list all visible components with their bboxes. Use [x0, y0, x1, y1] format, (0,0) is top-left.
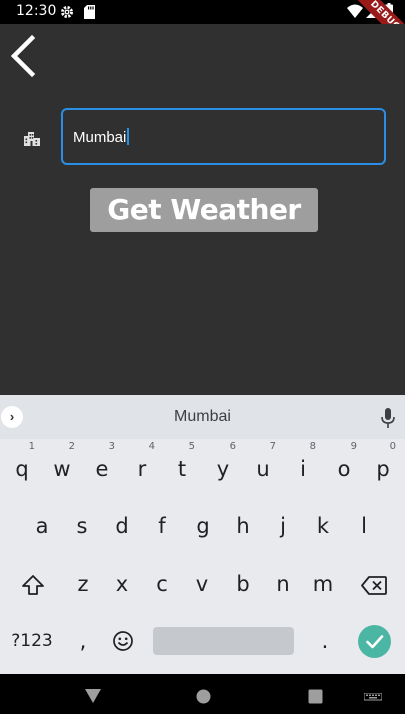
key-label: e	[95, 457, 109, 481]
key-b[interactable]: b	[223, 566, 263, 602]
key-hint: 6	[229, 441, 236, 452]
key-label: u	[256, 457, 270, 481]
text-cursor	[127, 128, 129, 145]
done-button[interactable]	[358, 625, 391, 658]
key-x[interactable]: x	[102, 566, 142, 602]
soft-keyboard: › Mumbai q1 w2 e3 r4 t5 y6 u7 i8 o9 p0 a…	[0, 395, 405, 674]
city-input-value-wrap: Mumbai	[73, 128, 129, 146]
key-t[interactable]: t5	[162, 442, 202, 487]
key-w[interactable]: w2	[42, 442, 82, 487]
key-hint: 5	[188, 441, 195, 452]
key-z[interactable]: z	[63, 566, 103, 602]
home-circle-icon[interactable]	[196, 689, 211, 704]
key-e[interactable]: e3	[82, 442, 122, 487]
navigation-bar	[0, 674, 405, 714]
symbols-key[interactable]: ?123	[6, 623, 58, 659]
key-label: y	[216, 457, 230, 481]
shift-icon[interactable]	[21, 574, 45, 596]
key-m[interactable]: m	[303, 566, 343, 602]
key-o[interactable]: o9	[324, 442, 364, 487]
key-a[interactable]: a	[22, 508, 62, 544]
period-key[interactable]: .	[308, 623, 342, 659]
key-hint: 0	[389, 441, 396, 452]
key-i[interactable]: i8	[283, 442, 323, 487]
key-label: q	[15, 457, 29, 481]
key-hint: 8	[309, 441, 316, 452]
key-l[interactable]: l	[344, 508, 384, 544]
key-f[interactable]: f	[142, 508, 182, 544]
city-input-value: Mumbai	[73, 129, 127, 146]
sd-card-icon	[84, 5, 95, 19]
key-hint: 2	[68, 441, 75, 452]
key-k[interactable]: k	[303, 508, 343, 544]
keyboard-switch-icon[interactable]	[364, 693, 382, 703]
key-h[interactable]: h	[223, 508, 263, 544]
city-input[interactable]: Mumbai	[61, 108, 386, 165]
wifi-icon	[347, 4, 363, 18]
key-p[interactable]: p0	[363, 442, 403, 487]
key-hint: 9	[350, 441, 357, 452]
status-bar: 12:30 DEBUG	[0, 0, 405, 52]
key-label: o	[337, 457, 351, 481]
microphone-icon[interactable]	[380, 407, 396, 429]
space-bar[interactable]	[153, 627, 294, 655]
key-label: p	[376, 457, 390, 481]
checkmark-icon	[366, 635, 384, 649]
key-label: r	[137, 457, 147, 481]
key-n[interactable]: n	[263, 566, 303, 602]
key-label: w	[53, 457, 71, 481]
back-arrow-icon[interactable]	[6, 34, 40, 78]
key-hint: 3	[108, 441, 115, 452]
settings-icon	[61, 6, 73, 18]
emoji-icon[interactable]	[112, 630, 134, 652]
get-weather-button[interactable]: Get Weather	[90, 188, 318, 232]
suggestion-word[interactable]: Mumbai	[0, 408, 405, 426]
suggestion-strip: › Mumbai	[0, 395, 405, 439]
key-label: i	[300, 457, 306, 481]
key-hint: 4	[148, 441, 155, 452]
key-hint: 1	[28, 441, 35, 452]
status-time: 12:30	[16, 3, 57, 19]
weather-screen: Mumbai Get Weather	[0, 24, 405, 395]
recents-square-icon[interactable]	[308, 689, 323, 704]
key-v[interactable]: v	[182, 566, 222, 602]
key-j[interactable]: j	[263, 508, 303, 544]
key-u[interactable]: u7	[243, 442, 283, 487]
key-c[interactable]: c	[142, 566, 182, 602]
key-y[interactable]: y6	[203, 442, 243, 487]
key-label: t	[177, 457, 187, 481]
key-d[interactable]: d	[102, 508, 142, 544]
key-r[interactable]: r4	[122, 442, 162, 487]
back-triangle-icon[interactable]	[84, 688, 102, 704]
location-city-icon	[24, 132, 40, 146]
key-s[interactable]: s	[62, 508, 102, 544]
key-hint: 7	[269, 441, 276, 452]
comma-key[interactable]: ,	[66, 623, 100, 659]
key-g[interactable]: g	[183, 508, 223, 544]
backspace-icon[interactable]	[361, 576, 387, 595]
key-q[interactable]: q1	[2, 442, 42, 487]
